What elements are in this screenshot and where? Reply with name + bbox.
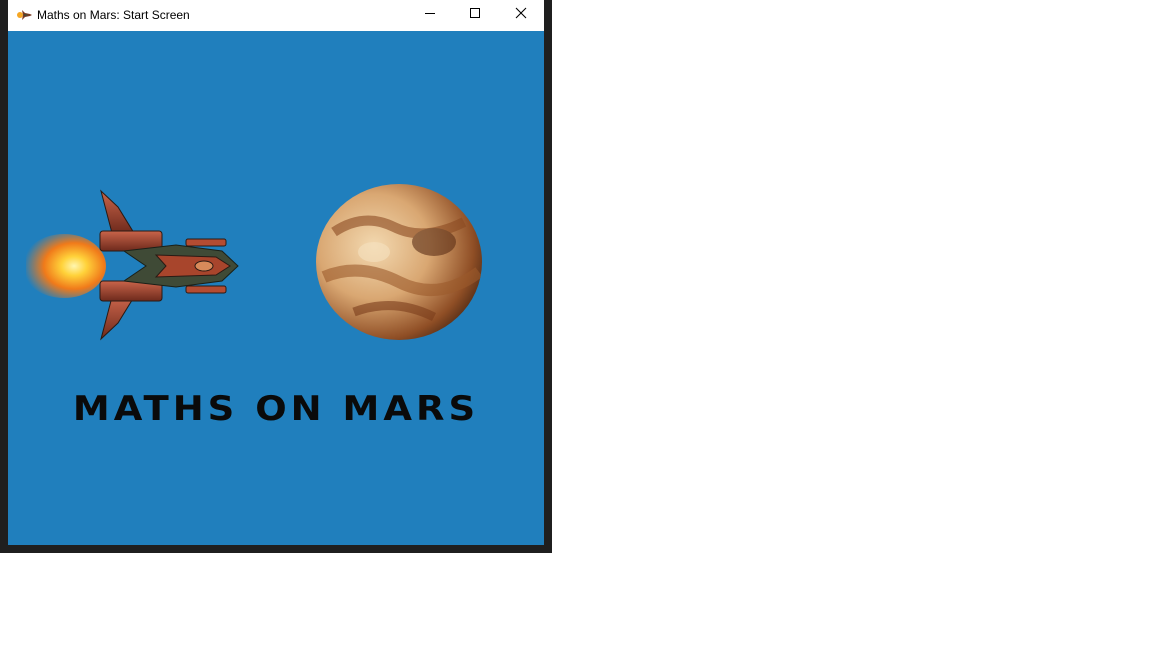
mars-planet-sprite xyxy=(316,184,482,340)
close-icon xyxy=(515,7,527,19)
spaceship-app-icon xyxy=(16,6,34,24)
minimize-button[interactable] xyxy=(407,0,453,26)
window-frame: Maths on Mars: Start Screen MATHS ON MAR… xyxy=(0,0,552,553)
close-button[interactable] xyxy=(498,0,544,26)
window-title: Maths on Mars: Start Screen xyxy=(37,8,190,22)
spaceship-sprite xyxy=(26,189,239,341)
maximize-button[interactable] xyxy=(452,0,498,26)
game-title: MATHS ON MARS xyxy=(72,388,480,429)
minimize-icon xyxy=(425,13,435,14)
maximize-icon xyxy=(470,8,480,18)
titlebar[interactable]: Maths on Mars: Start Screen xyxy=(8,0,544,31)
game-canvas[interactable]: MATHS ON MARS xyxy=(8,31,544,545)
